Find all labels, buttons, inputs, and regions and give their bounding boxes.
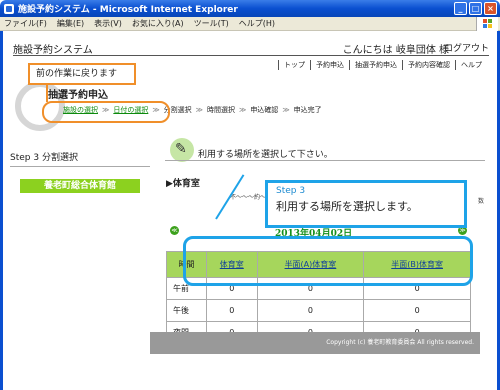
step-separator: ≫	[282, 106, 290, 114]
divider	[165, 160, 485, 161]
prev-date-button[interactable]: ≪	[170, 226, 179, 235]
close-button[interactable]: ×	[484, 2, 497, 15]
left-column: Step 3 分割選択 養老町総合体育館	[10, 150, 150, 193]
step-separator: ≫	[195, 106, 203, 114]
window-title: 施設予約システム - Microsoft Internet Explorer	[18, 5, 238, 15]
menu-edit[interactable]: 編集(E)	[57, 18, 84, 29]
step3-callout: Step 3 利用する場所を選択します。	[265, 180, 467, 228]
room-label: ▶体育室	[166, 179, 200, 189]
step-time: 時間選択	[206, 106, 235, 114]
greeting-text: こんにちは 岐阜団体 様	[342, 45, 449, 56]
table-cell: 0	[363, 299, 471, 322]
top-navigation: トップ 予約申込 抽選予約申込 予約内容確認 ヘルプ	[278, 60, 487, 70]
menu-file[interactable]: ファイル(F)	[4, 18, 47, 29]
facility-button[interactable]: 養老町総合体育館	[20, 179, 140, 193]
table-row: 午後 0 0 0	[166, 299, 471, 322]
page-heading: 抽選予約申込	[48, 90, 108, 101]
nav-lottery[interactable]: 抽選予約申込	[349, 60, 402, 70]
back-leader-line	[46, 85, 48, 102]
window-controls: _ □ ×	[454, 2, 497, 15]
minimize-button[interactable]: _	[454, 2, 467, 15]
menu-help[interactable]: ヘルプ(H)	[239, 18, 275, 29]
footer-copyright: Copyright (c) 養老町教育委員会 All rights reserv…	[150, 332, 480, 354]
nav-confirm[interactable]: 予約内容確認	[402, 60, 455, 70]
instruction-text: 利用する場所を選択して下さい。	[198, 150, 333, 160]
time-cell: 午後	[166, 299, 207, 322]
menu-tools[interactable]: ツール(T)	[194, 18, 229, 29]
back-highlight	[42, 101, 170, 123]
nav-reserve[interactable]: 予約申込	[310, 60, 349, 70]
step3-highlight	[183, 236, 473, 286]
windows-logo-icon	[476, 17, 498, 31]
back-callout: 前の作業に戻ります	[28, 63, 136, 85]
nav-top[interactable]: トップ	[278, 60, 310, 70]
step-complete: 申込完了	[293, 106, 322, 114]
step3-label: Step 3	[276, 186, 306, 196]
step-label: Step 3 分割選択	[10, 150, 150, 167]
nav-help[interactable]: ヘルプ	[455, 60, 487, 70]
site-header: 施設予約システム こんにちは 岐阜団体 様 ログアウト	[13, 40, 489, 56]
menu-view[interactable]: 表示(V)	[94, 18, 122, 29]
menubar: ファイル(F) 編集(E) 表示(V) お気に入り(A) ツール(T) ヘルプ(…	[0, 17, 500, 31]
pencil-icon	[170, 138, 194, 162]
logout-link[interactable]: ログアウト	[444, 41, 489, 54]
menu-favorites[interactable]: お気に入り(A)	[132, 18, 184, 29]
table-cell: 0	[256, 299, 365, 322]
maximize-button[interactable]: □	[469, 2, 482, 15]
step-confirm: 申込確認	[250, 106, 279, 114]
notice-text-right: 数	[478, 198, 485, 205]
step3-text: 利用する場所を選択します。	[276, 200, 418, 213]
table-cell: 0	[206, 299, 258, 322]
step-separator: ≫	[238, 106, 247, 114]
window-titlebar: 施設予約システム - Microsoft Internet Explorer _…	[0, 0, 500, 17]
ie-icon	[4, 3, 14, 14]
site-title: 施設予約システム	[13, 45, 93, 56]
